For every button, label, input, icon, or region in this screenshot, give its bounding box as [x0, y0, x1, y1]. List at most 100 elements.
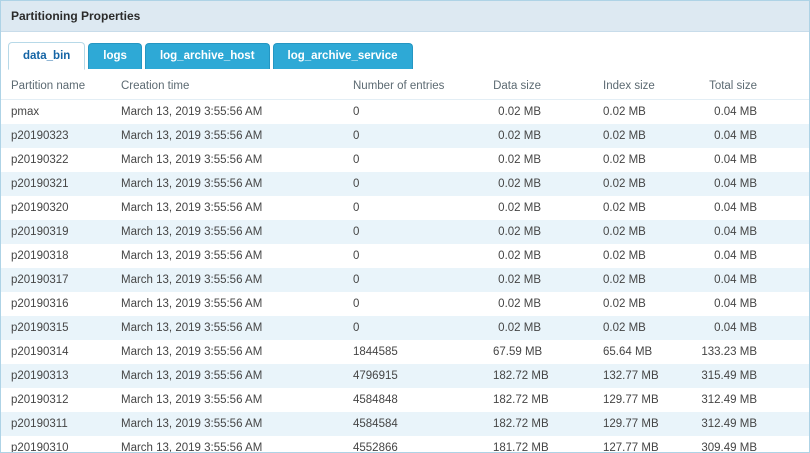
- table-cell: 309.49 MB: [691, 436, 809, 453]
- table-cell: March 13, 2019 3:55:56 AM: [111, 220, 343, 244]
- table-row: p20190318March 13, 2019 3:55:56 AM00.02 …: [1, 244, 809, 268]
- table-cell: 315.49 MB: [691, 364, 809, 388]
- table-cell: 0: [343, 148, 483, 172]
- table-cell: March 13, 2019 3:55:56 AM: [111, 388, 343, 412]
- table-cell: 0.02 MB: [483, 316, 593, 340]
- table-cell: 133.23 MB: [691, 340, 809, 364]
- table-cell: p20190311: [1, 412, 111, 436]
- table-cell: p20190318: [1, 244, 111, 268]
- table-cell: March 13, 2019 3:55:56 AM: [111, 340, 343, 364]
- column-header: Total size: [691, 73, 809, 100]
- table-row: p20190313March 13, 2019 3:55:56 AM479691…: [1, 364, 809, 388]
- partition-table: Partition nameCreation timeNumber of ent…: [1, 73, 809, 452]
- table-cell: 0: [343, 124, 483, 148]
- table-cell: 129.77 MB: [593, 388, 691, 412]
- table-cell: p20190321: [1, 172, 111, 196]
- table-cell: 0.04 MB: [691, 292, 809, 316]
- table-body: pmaxMarch 13, 2019 3:55:56 AM00.02 MB0.0…: [1, 100, 809, 453]
- table-cell: 0.02 MB: [483, 124, 593, 148]
- tab-logs[interactable]: logs: [88, 43, 142, 70]
- table-cell: 0.02 MB: [593, 220, 691, 244]
- table-cell: 0: [343, 100, 483, 124]
- table-cell: 0.04 MB: [691, 196, 809, 220]
- table-cell: 0: [343, 292, 483, 316]
- table-row: p20190310March 13, 2019 3:55:56 AM455286…: [1, 436, 809, 453]
- table-cell: 312.49 MB: [691, 388, 809, 412]
- table-cell: 0.02 MB: [593, 172, 691, 196]
- table-cell: p20190320: [1, 196, 111, 220]
- table-cell: 0.02 MB: [483, 268, 593, 292]
- table-cell: p20190323: [1, 124, 111, 148]
- table-cell: p20190322: [1, 148, 111, 172]
- table-cell: p20190316: [1, 292, 111, 316]
- tab-log_archive_service[interactable]: log_archive_service: [273, 43, 413, 70]
- table-cell: 0: [343, 268, 483, 292]
- panel-title: Partitioning Properties: [1, 1, 809, 32]
- table-cell: 4552866: [343, 436, 483, 453]
- column-header: Creation time: [111, 73, 343, 100]
- table-row: p20190322March 13, 2019 3:55:56 AM00.02 …: [1, 148, 809, 172]
- table-row: p20190316March 13, 2019 3:55:56 AM00.02 …: [1, 292, 809, 316]
- table-cell: 132.77 MB: [593, 364, 691, 388]
- table-cell: p20190312: [1, 388, 111, 412]
- table-cell: March 13, 2019 3:55:56 AM: [111, 412, 343, 436]
- table-cell: 0.02 MB: [593, 292, 691, 316]
- table-cell: March 13, 2019 3:55:56 AM: [111, 100, 343, 124]
- table-row: pmaxMarch 13, 2019 3:55:56 AM00.02 MB0.0…: [1, 100, 809, 124]
- table-row: p20190321March 13, 2019 3:55:56 AM0 0.02 …: [1, 172, 809, 196]
- column-header: Partition name: [1, 73, 111, 100]
- tab-bar: data_binlogslog_archive_hostlog_archive_…: [1, 32, 809, 69]
- table-row: p20190317March 13, 2019 3:55:56 AM00.02 …: [1, 268, 809, 292]
- table-cell: 0.02 MB: [593, 148, 691, 172]
- table-row: p20190314March 13, 2019 3:55:56 AM184458…: [1, 340, 809, 364]
- table-cell: 0: [343, 316, 483, 340]
- table-cell: 4796915: [343, 364, 483, 388]
- table-cell: March 13, 2019 3:55:56 AM: [111, 292, 343, 316]
- table-row: p20190323March 13, 2019 3:55:56 AM00.02 …: [1, 124, 809, 148]
- table-row: p20190312March 13, 2019 3:55:56 AM458484…: [1, 388, 809, 412]
- column-header: Index size: [593, 73, 691, 100]
- table-cell: 0.02 MB: [593, 244, 691, 268]
- table-cell: 65.64 MB: [593, 340, 691, 364]
- table-cell: 0.04 MB: [691, 172, 809, 196]
- table-cell: 4584584: [343, 412, 483, 436]
- table-cell: 312.49 MB: [691, 412, 809, 436]
- table-cell: 0.04 MB: [691, 100, 809, 124]
- table-cell: 0: [343, 172, 483, 196]
- table-cell: 129.77 MB: [593, 412, 691, 436]
- table-cell: 0: [343, 196, 483, 220]
- table-row: p20190311March 13, 2019 3:55:56 AM458458…: [1, 412, 809, 436]
- table-cell: 0: [343, 220, 483, 244]
- column-header: Number of entries: [343, 73, 483, 100]
- partition-table-container: Partition nameCreation timeNumber of ent…: [1, 69, 809, 452]
- table-cell: 4584848: [343, 388, 483, 412]
- table-cell: p20190313: [1, 364, 111, 388]
- table-cell: March 13, 2019 3:55:56 AM: [111, 244, 343, 268]
- table-cell: 0.04 MB: [691, 268, 809, 292]
- tab-log_archive_host[interactable]: log_archive_host: [145, 43, 270, 70]
- table-cell: 0.02 MB: [483, 292, 593, 316]
- table-cell: p20190310: [1, 436, 111, 453]
- table-cell: 0.02 MB: [593, 100, 691, 124]
- table-cell: March 13, 2019 3:55:56 AM: [111, 124, 343, 148]
- partitioning-properties-panel: Partitioning Properties data_binlogslog_…: [0, 0, 810, 453]
- table-cell: March 13, 2019 3:55:56 AM: [111, 172, 343, 196]
- table-cell: March 13, 2019 3:55:56 AM: [111, 316, 343, 340]
- table-header-row: Partition nameCreation timeNumber of ent…: [1, 73, 809, 100]
- table-cell: 0.02 MB: [483, 148, 593, 172]
- tab-data_bin[interactable]: data_bin: [8, 42, 85, 71]
- table-cell: 0.02 MB: [593, 268, 691, 292]
- table-cell: 0.02 MB: [483, 220, 593, 244]
- table-cell: 0.04 MB: [691, 148, 809, 172]
- table-row: p20190320March 13, 2019 3:55:56 AM00.02 …: [1, 196, 809, 220]
- table-cell: 0.02 MB: [593, 316, 691, 340]
- table-cell: pmax: [1, 100, 111, 124]
- table-cell: 0.04 MB: [691, 220, 809, 244]
- table-cell: 0.04 MB: [691, 124, 809, 148]
- table-cell: 182.72 MB: [483, 412, 593, 436]
- table-cell: 67.59 MB: [483, 340, 593, 364]
- table-cell: p20190319: [1, 220, 111, 244]
- table-cell: 0.02 MB: [483, 244, 593, 268]
- table-cell: 0.02 MB: [483, 100, 593, 124]
- table-cell: 0.02 MB: [593, 196, 691, 220]
